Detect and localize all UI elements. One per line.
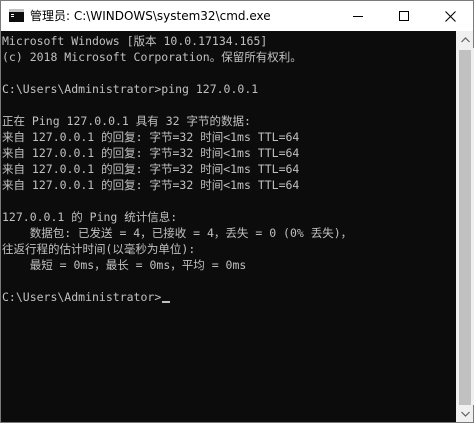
text-cursor [162, 301, 171, 303]
console-line: 来自 127.0.0.1 的回复: 字节=32 时间<1ms TTL=64 [2, 178, 300, 192]
console-line: 来自 127.0.0.1 的回复: 字节=32 时间<1ms TTL=64 [2, 162, 300, 176]
console-line: Microsoft Windows [版本 10.0.17134.165] [2, 34, 268, 48]
scroll-up-button[interactable] [457, 31, 474, 48]
console-line: 往返行程的估计时间(以毫秒为单位): [2, 242, 196, 256]
scroll-down-arrow-icon [461, 411, 470, 417]
minimize-icon [353, 16, 363, 17]
cmd-icon[interactable] [9, 9, 24, 22]
console-line: 127.0.0.1 的 Ping 统计信息: [2, 210, 178, 224]
close-icon [444, 10, 456, 22]
prompt-line[interactable]: C:\Users\Administrator> [2, 289, 352, 305]
console-line: 正在 Ping 127.0.0.1 具有 32 字节的数据: [2, 114, 251, 128]
console-line: 数据包: 已发送 = 4，已接收 = 4，丢失 = 0 (0% 丢失)， [2, 226, 353, 240]
maximize-button[interactable] [381, 1, 427, 31]
cmd-window: 管理员: C:\WINDOWS\system32\cmd.exe Microso… [0, 0, 474, 423]
minimize-button[interactable] [335, 1, 381, 31]
title-bar[interactable]: 管理员: C:\WINDOWS\system32\cmd.exe [1, 1, 473, 31]
console-line: 最短 = 0ms，最长 = 0ms，平均 = 0ms [2, 258, 247, 272]
console-output[interactable]: Microsoft Windows [版本 10.0.17134.165] (c)… [1, 31, 456, 422]
vertical-scrollbar[interactable] [456, 31, 474, 422]
scroll-down-button[interactable] [457, 405, 474, 422]
scroll-up-arrow-icon [461, 36, 470, 42]
console-text: Microsoft Windows [版本 10.0.17134.165] (c)… [2, 33, 352, 305]
maximize-icon [399, 11, 409, 21]
window-title: 管理员: C:\WINDOWS\system32\cmd.exe [30, 9, 271, 23]
prompt-text: C:\Users\Administrator> [2, 290, 162, 304]
console-line: C:\Users\Administrator>ping 127.0.0.1 [2, 82, 259, 96]
console-line: 来自 127.0.0.1 的回复: 字节=32 时间<1ms TTL=64 [2, 130, 300, 144]
console-line: 来自 127.0.0.1 的回复: 字节=32 时间<1ms TTL=64 [2, 146, 300, 160]
console-line: (c) 2018 Microsoft Corporation。保留所有权利。 [2, 50, 302, 64]
close-button[interactable] [427, 1, 473, 31]
scroll-thumb[interactable] [459, 50, 471, 405]
